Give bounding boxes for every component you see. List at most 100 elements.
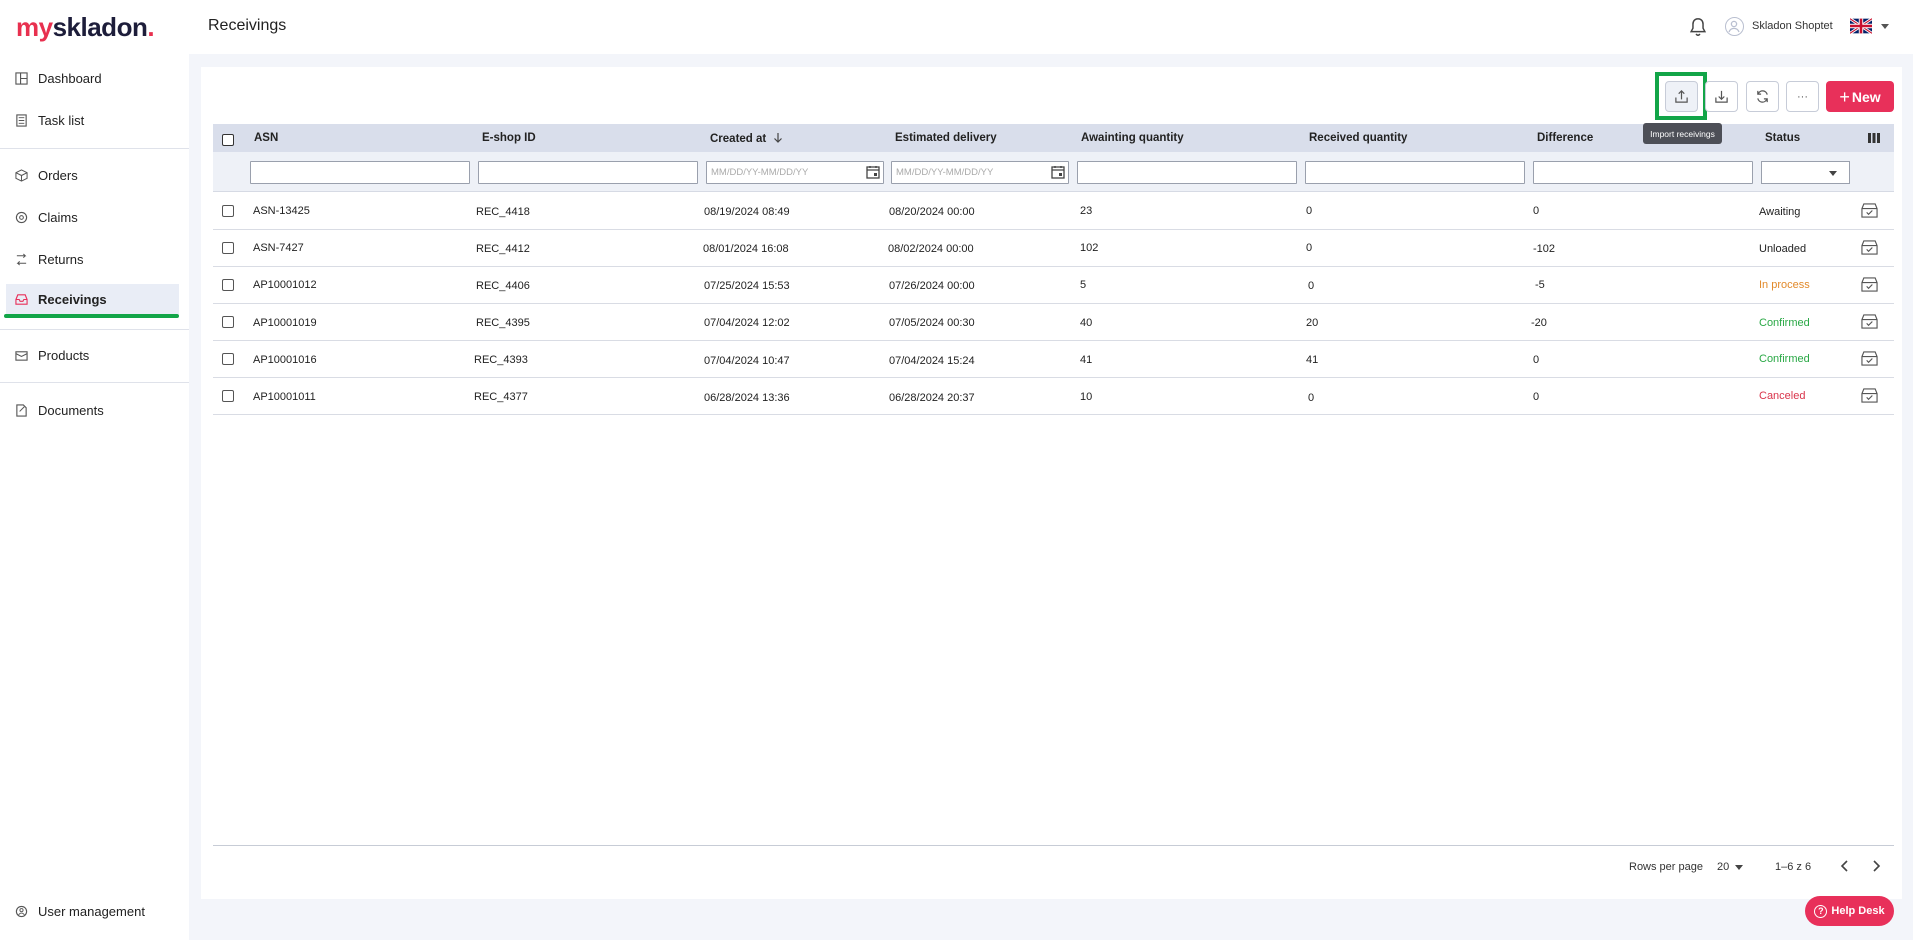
sidebar-item-label: Claims bbox=[38, 209, 78, 225]
chevron-down-icon[interactable] bbox=[1735, 865, 1743, 870]
sidebar-item-label: Returns bbox=[38, 251, 84, 267]
cell-asn: ASN-7427 bbox=[253, 242, 304, 254]
refresh-button[interactable] bbox=[1746, 81, 1779, 112]
table-row[interactable]: ASN-13425 REC_4418 08/19/2024 08:49 08/2… bbox=[213, 193, 1894, 230]
table-row[interactable]: AP10001019 REC_4395 07/04/2024 12:02 07/… bbox=[213, 304, 1894, 341]
cell-estimated-delivery: 07/04/2024 15:24 bbox=[889, 355, 975, 367]
column-header-eshop-id[interactable]: E-shop ID bbox=[482, 132, 536, 144]
more-options-button[interactable]: ··· bbox=[1786, 81, 1819, 112]
column-header-created-at[interactable]: Created at bbox=[710, 132, 783, 145]
receive-box-icon[interactable] bbox=[1860, 276, 1879, 293]
help-icon: ? bbox=[1814, 904, 1828, 918]
help-desk-button[interactable]: ? Help Desk bbox=[1805, 896, 1894, 926]
cell-created-at: 08/19/2024 08:49 bbox=[704, 206, 790, 218]
column-header-asn[interactable]: ASN bbox=[254, 132, 278, 144]
date-placeholder: MM/DD/YY-MM/DD/YY bbox=[896, 167, 994, 178]
cell-eshop-id: REC_4377 bbox=[474, 391, 528, 403]
cell-estimated-delivery: 07/26/2024 00:00 bbox=[889, 280, 975, 292]
cell-estimated-delivery: 08/20/2024 00:00 bbox=[889, 206, 975, 218]
cell-awaiting-quantity: 23 bbox=[1080, 205, 1093, 217]
sidebar-item-task-list[interactable]: Task list bbox=[6, 105, 179, 135]
sort-down-arrow-icon[interactable] bbox=[773, 132, 783, 143]
new-button-label: New bbox=[1851, 88, 1881, 105]
box-icon bbox=[15, 168, 28, 182]
table-row[interactable]: AP10001012 REC_4406 07/25/2024 15:53 07/… bbox=[213, 267, 1894, 304]
column-header-difference[interactable]: Difference bbox=[1537, 132, 1593, 144]
table-header: ASN E-shop ID Created at Estimated deliv… bbox=[213, 124, 1894, 152]
status-badge: Confirmed bbox=[1759, 317, 1810, 329]
row-checkbox[interactable] bbox=[222, 316, 234, 328]
row-checkbox[interactable] bbox=[222, 205, 234, 217]
status-badge: Unloaded bbox=[1759, 243, 1807, 255]
sidebar-item-documents[interactable]: Documents bbox=[6, 395, 179, 425]
globe-user-icon bbox=[15, 905, 28, 917]
dashboard-icon bbox=[15, 71, 28, 85]
rows-per-page-select[interactable]: 20 bbox=[1717, 861, 1729, 873]
cell-eshop-id: REC_4395 bbox=[476, 317, 530, 329]
tooltip: Import receivings bbox=[1643, 123, 1722, 144]
awaiting-quantity-filter-input[interactable] bbox=[1077, 161, 1297, 184]
select-all-checkbox[interactable] bbox=[222, 134, 234, 146]
cell-received-quantity: 0 bbox=[1308, 280, 1315, 292]
rows-per-page-label: Rows per page bbox=[1629, 861, 1703, 873]
sidebar-item-receivings[interactable]: Receivings bbox=[6, 284, 179, 314]
user-avatar-icon[interactable] bbox=[1725, 17, 1744, 36]
sidebar-item-user-management[interactable]: User management bbox=[6, 896, 179, 926]
cell-asn: AP10001016 bbox=[253, 354, 317, 366]
top-bar: myskladon. Receivings Skladon Shoptet bbox=[0, 0, 1913, 54]
column-header-awaiting-quantity[interactable]: Awainting quantity bbox=[1081, 132, 1184, 144]
sidebar-item-dashboard[interactable]: Dashboard bbox=[6, 63, 179, 93]
chevron-right-icon[interactable] bbox=[1869, 858, 1883, 874]
receive-box-icon[interactable] bbox=[1860, 239, 1879, 256]
sidebar-item-label: Task list bbox=[38, 112, 85, 128]
sidebar-item-returns[interactable]: Returns bbox=[6, 244, 179, 274]
received-quantity-filter-input[interactable] bbox=[1305, 161, 1525, 184]
export-button[interactable] bbox=[1705, 81, 1738, 112]
logo[interactable]: myskladon. bbox=[16, 12, 155, 43]
cell-eshop-id: REC_4393 bbox=[474, 354, 528, 366]
row-checkbox[interactable] bbox=[222, 390, 234, 402]
row-checkbox[interactable] bbox=[222, 279, 234, 291]
receive-box-icon[interactable] bbox=[1860, 202, 1879, 219]
column-header-status[interactable]: Status bbox=[1765, 132, 1800, 144]
difference-filter-input[interactable] bbox=[1533, 161, 1753, 184]
receive-box-icon[interactable] bbox=[1860, 313, 1879, 330]
eshop-id-filter-input[interactable] bbox=[478, 161, 698, 184]
created-at-filter-input[interactable]: MM/DD/YY-MM/DD/YY bbox=[706, 161, 884, 184]
task-list-icon bbox=[16, 113, 27, 127]
column-header-received-quantity[interactable]: Received quantity bbox=[1309, 132, 1407, 144]
uk-flag-icon[interactable] bbox=[1850, 18, 1872, 34]
table-row[interactable]: AP10001016 REC_4393 07/04/2024 10:47 07/… bbox=[213, 341, 1894, 378]
page-range: 1–6 z 6 bbox=[1775, 861, 1812, 873]
sidebar-item-products[interactable]: Products bbox=[6, 340, 179, 370]
cell-difference: -102 bbox=[1533, 243, 1556, 255]
active-highlight bbox=[4, 314, 179, 318]
receive-box-icon[interactable] bbox=[1860, 387, 1879, 404]
sidebar-item-claims[interactable]: Claims bbox=[6, 202, 179, 232]
column-header-estimated-delivery[interactable]: Estimated delivery bbox=[895, 132, 997, 144]
row-checkbox[interactable] bbox=[222, 353, 234, 365]
sidebar-item-label: User management bbox=[38, 903, 145, 919]
chevron-left-icon[interactable] bbox=[1838, 858, 1852, 874]
table-row[interactable]: AP10001011 REC_4377 06/28/2024 13:36 06/… bbox=[213, 378, 1894, 415]
calendar-icon[interactable] bbox=[866, 165, 880, 179]
language-dropdown-caret-icon[interactable] bbox=[1881, 24, 1889, 29]
calendar-icon[interactable] bbox=[1051, 165, 1065, 179]
table-row[interactable]: ASN-7427 REC_4412 08/01/2024 16:08 08/02… bbox=[213, 230, 1894, 267]
new-button[interactable]: + New bbox=[1826, 81, 1894, 112]
plus-icon: + bbox=[1839, 86, 1850, 107]
sidebar-item-label: Products bbox=[38, 347, 90, 363]
status-badge: Canceled bbox=[1759, 390, 1806, 402]
row-checkbox[interactable] bbox=[222, 242, 234, 254]
status-filter-select[interactable] bbox=[1761, 161, 1850, 184]
estimated-delivery-filter-input[interactable]: MM/DD/YY-MM/DD/YY bbox=[891, 161, 1069, 184]
cell-awaiting-quantity: 102 bbox=[1080, 242, 1099, 254]
asn-filter-input[interactable] bbox=[250, 161, 470, 184]
sidebar-item-orders[interactable]: Orders bbox=[6, 160, 179, 190]
cell-difference: 0 bbox=[1533, 205, 1540, 217]
notification-bell-icon[interactable] bbox=[1687, 16, 1709, 38]
user-name[interactable]: Skladon Shoptet bbox=[1752, 20, 1833, 32]
receive-box-icon[interactable] bbox=[1860, 350, 1879, 367]
cell-asn: ASN-13425 bbox=[253, 205, 310, 217]
columns-icon[interactable] bbox=[1868, 133, 1880, 143]
